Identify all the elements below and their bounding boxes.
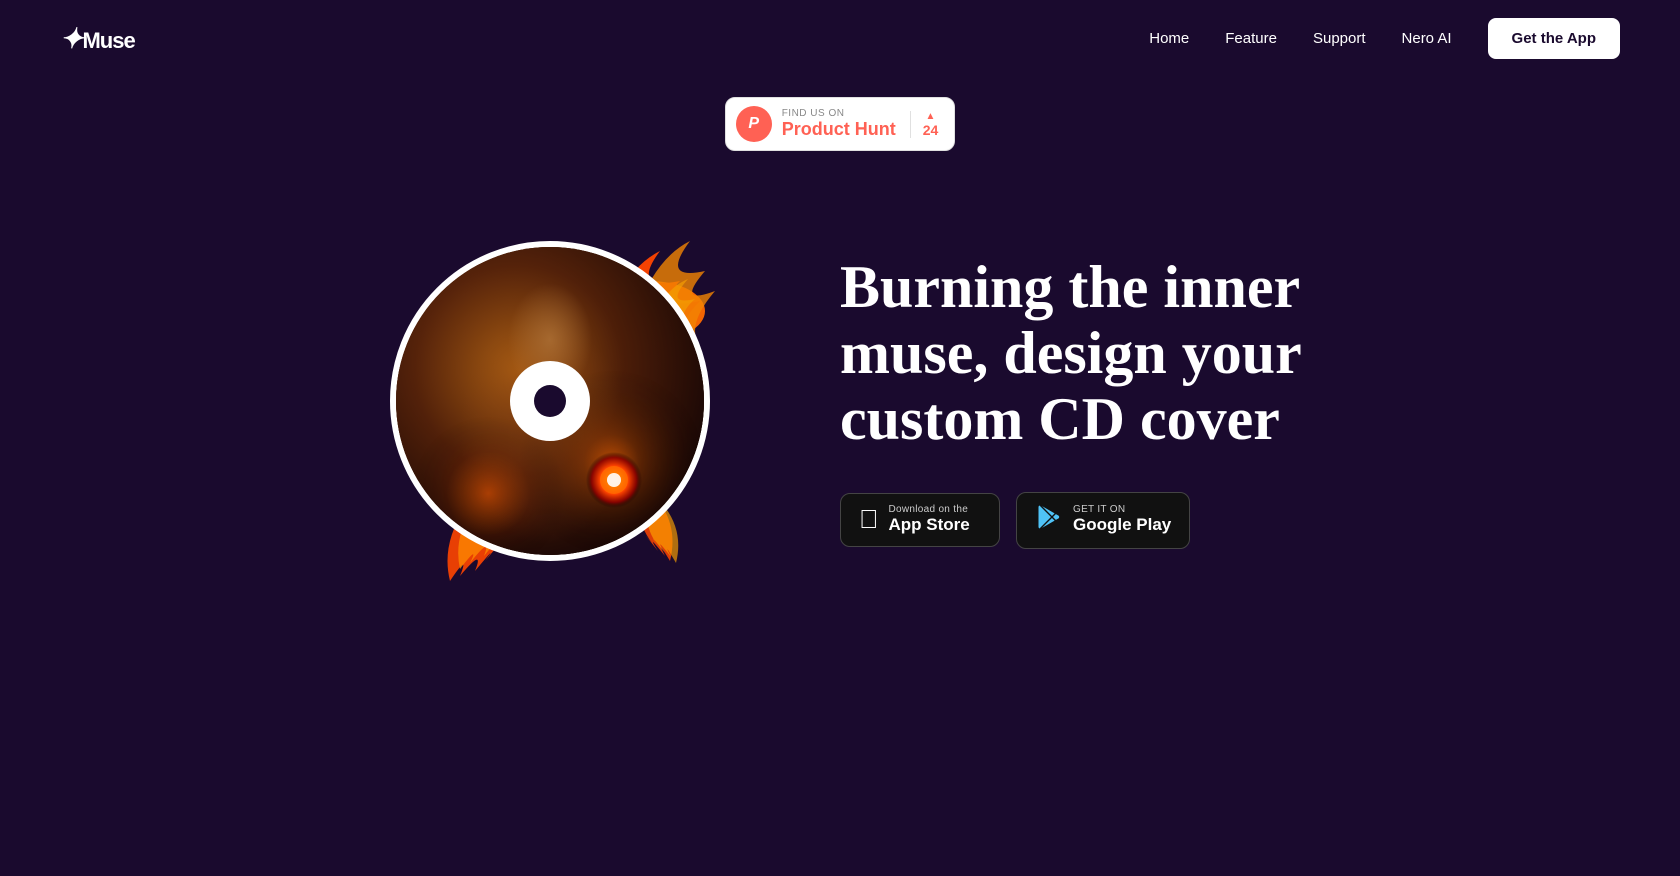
google-play-label-big: Google Play bbox=[1073, 515, 1171, 535]
nav-support[interactable]: Support bbox=[1313, 30, 1366, 47]
product-hunt-text: FIND US ON Product Hunt bbox=[782, 108, 896, 141]
nav-links: Home Feature Support Nero AI Get the App bbox=[1149, 18, 1620, 59]
app-store-label-small: Download on the bbox=[889, 504, 970, 515]
hero-title: Burning the inner muse, design your cust… bbox=[840, 254, 1340, 452]
cd-inner-hole bbox=[534, 385, 566, 417]
main-content: Burning the inner muse, design your cust… bbox=[0, 151, 1680, 651]
product-hunt-votes: ▲ 24 bbox=[910, 111, 939, 138]
app-store-text: Download on the App Store bbox=[889, 504, 970, 535]
upvote-arrow-icon: ▲ bbox=[926, 111, 936, 122]
product-hunt-badge[interactable]: P FIND US ON Product Hunt ▲ 24 bbox=[725, 97, 956, 151]
product-hunt-name: Product Hunt bbox=[782, 119, 896, 141]
cd-disc bbox=[390, 241, 710, 561]
app-store-label-big: App Store bbox=[889, 515, 970, 535]
apple-icon:  bbox=[859, 504, 879, 535]
cd-artwork bbox=[396, 247, 704, 555]
fireball-icon bbox=[579, 445, 649, 515]
nav-home[interactable]: Home bbox=[1149, 30, 1189, 47]
cd-illustration bbox=[340, 191, 760, 611]
cd-center-hole bbox=[510, 361, 590, 441]
get-app-button[interactable]: Get the App bbox=[1488, 18, 1620, 59]
logo[interactable]: ✦Muse bbox=[60, 22, 135, 55]
google-play-icon bbox=[1035, 503, 1063, 538]
vote-count: 24 bbox=[923, 122, 939, 138]
hero-text-section: Burning the inner muse, design your cust… bbox=[840, 254, 1340, 549]
product-hunt-logo: P bbox=[736, 106, 772, 142]
navbar: ✦Muse Home Feature Support Nero AI Get t… bbox=[0, 0, 1680, 77]
google-play-text: GET IT ON Google Play bbox=[1073, 504, 1171, 535]
nav-feature[interactable]: Feature bbox=[1225, 30, 1277, 47]
google-play-label-small: GET IT ON bbox=[1073, 504, 1171, 515]
product-hunt-section: P FIND US ON Product Hunt ▲ 24 bbox=[0, 97, 1680, 151]
app-store-button[interactable]:  Download on the App Store bbox=[840, 493, 1000, 546]
google-play-button[interactable]: GET IT ON Google Play bbox=[1016, 492, 1190, 549]
product-hunt-find-us-label: FIND US ON bbox=[782, 108, 896, 119]
store-buttons:  Download on the App Store GET IT ON Go… bbox=[840, 492, 1340, 549]
nav-nero-ai[interactable]: Nero AI bbox=[1402, 30, 1452, 47]
